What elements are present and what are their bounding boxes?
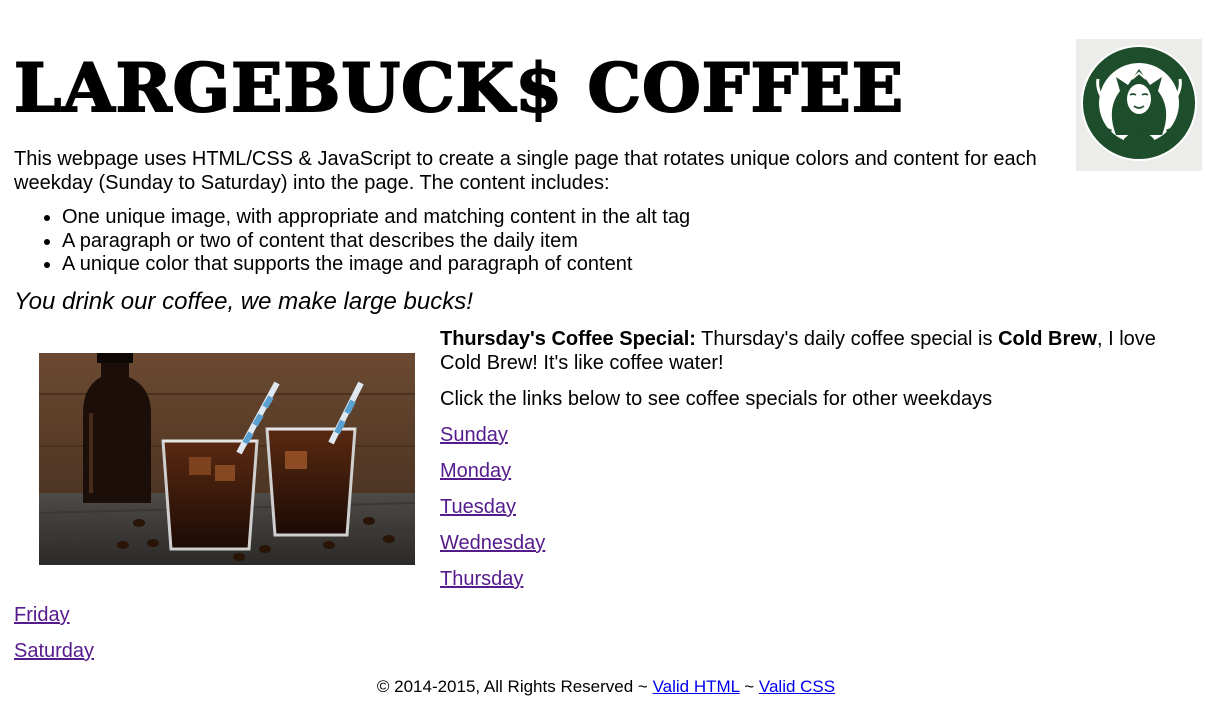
links-hint: Click the links below to see coffee spec… <box>440 388 993 410</box>
list-item: A paragraph or two of content that descr… <box>62 230 690 254</box>
valid-html-link[interactable]: Valid HTML <box>653 677 740 696</box>
day-link-thursday[interactable]: Thursday <box>440 567 523 591</box>
footer: © 2014-2015, All Rights Reserved ~ Valid… <box>0 677 1212 697</box>
cold-brew-image <box>39 353 415 565</box>
page-title: LARGEBUCK$ COFFEE <box>13 49 905 127</box>
day-link-monday[interactable]: Monday <box>440 459 511 483</box>
feature-list: One unique image, with appropriate and m… <box>14 206 690 277</box>
copyright-text: © 2014-2015, All Rights Reserved ~ <box>376 677 653 696</box>
special-text-before: Thursday's daily coffee special is <box>695 328 999 350</box>
valid-css-link[interactable]: Valid CSS <box>759 677 835 696</box>
footer-separator: ~ <box>739 677 759 696</box>
day-link-sunday[interactable]: Sunday <box>440 423 508 447</box>
tagline: You drink our coffee, we make large buck… <box>14 288 473 315</box>
intro-text: This webpage uses HTML/CSS & JavaScript … <box>14 148 1037 194</box>
daily-special: Thursday's Coffee Special: Thursday's da… <box>440 328 1180 375</box>
siren-logo-icon <box>1081 45 1197 161</box>
cold-brew-photo-icon <box>39 353 415 565</box>
list-item: A unique color that supports the image a… <box>62 253 690 277</box>
day-link-tuesday[interactable]: Tuesday <box>440 495 516 519</box>
special-drink: Cold Brew <box>998 328 1097 350</box>
day-link-friday[interactable]: Friday <box>14 603 70 627</box>
day-link-saturday[interactable]: Saturday <box>14 639 94 663</box>
day-link-wednesday[interactable]: Wednesday <box>440 531 545 555</box>
special-label: Thursday's Coffee Special: <box>440 328 696 350</box>
logo-image <box>1076 39 1202 171</box>
list-item: One unique image, with appropriate and m… <box>62 206 690 230</box>
